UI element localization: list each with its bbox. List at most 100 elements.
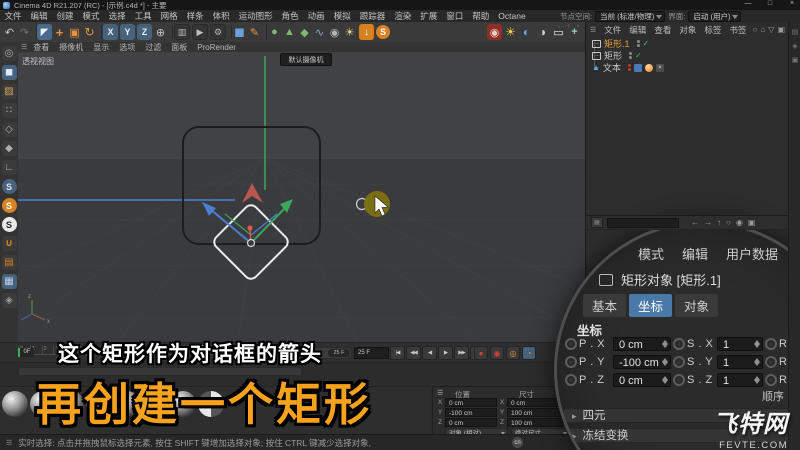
px-field[interactable]: 0 cm [613, 336, 671, 351]
minimize-button[interactable]: — [742, 0, 754, 7]
vp-menu-camera[interactable]: 摄像机 [55, 42, 87, 53]
rec-obj-item[interactable]: ◉ [490, 346, 504, 360]
pz-field[interactable]: 0 cm [613, 372, 671, 387]
menu-select[interactable]: 选择 [104, 10, 130, 22]
up-item[interactable]: ↑ [717, 218, 721, 227]
plane-item[interactable]: ▦ [1, 274, 17, 289]
size-z-field[interactable]: 100 cm [507, 418, 563, 427]
rec-key-item[interactable]: ● [474, 346, 488, 360]
stepper-icon[interactable] [753, 375, 760, 384]
sx-field[interactable]: 1 [717, 336, 763, 351]
prev-frame-item[interactable]: ◀ [422, 346, 437, 360]
menu-animate[interactable]: 动画 [303, 10, 329, 22]
add-cube-item[interactable]: ◼ [232, 24, 247, 40]
current-frame-marker[interactable]: 0F [18, 348, 34, 357]
radio-icon[interactable] [565, 373, 577, 386]
stepper-icon[interactable] [661, 339, 668, 348]
inset-menu-edit[interactable]: 编辑 [673, 244, 717, 263]
prim-poly-item[interactable]: ◆ [297, 24, 312, 40]
hamburger-icon[interactable]: ☰ [437, 389, 443, 397]
menu-tools[interactable]: 工具 [130, 10, 156, 22]
om-menu-file[interactable]: 文件 [600, 24, 625, 36]
snap-gray-item[interactable]: S [1, 179, 17, 194]
rotate-item[interactable]: ↻ [82, 24, 97, 40]
magnet-item[interactable]: ∪ [1, 236, 17, 251]
filter-item[interactable]: ▽ [768, 25, 774, 34]
menu-file[interactable]: 文件 [0, 10, 26, 22]
sub2-item[interactable]: ↑ [565, 23, 572, 30]
menu-volume[interactable]: 体积 [208, 10, 234, 22]
lock-item[interactable]: ◉ [736, 218, 743, 227]
menu-create[interactable]: 创建 [52, 10, 78, 22]
attr-mode-icon[interactable]: ▤ [591, 217, 603, 228]
enabled-check-icon[interactable]: ✓ [643, 39, 650, 48]
enabled-check-icon[interactable]: ✓ [635, 51, 642, 60]
home-item[interactable]: ⌂ [760, 25, 765, 34]
object-row-rect[interactable]: 矩形 ✓ [592, 50, 642, 61]
mode-edges-item[interactable]: ◇ [1, 122, 17, 137]
menu-extensions[interactable]: 扩展 [416, 10, 442, 22]
mode-model-item[interactable]: ◼ [1, 65, 17, 80]
next-frame-item[interactable]: ▶▶ [454, 346, 469, 360]
oc-camera-item[interactable]: ◉ [487, 24, 502, 40]
tab-object[interactable]: 对象 [675, 294, 719, 317]
camera-label-button[interactable]: 默认摄像机 [280, 53, 332, 66]
range-handle[interactable]: 25 F [328, 349, 350, 357]
vp-menu-view[interactable]: 查看 [29, 42, 53, 53]
fwd-item[interactable]: → [704, 218, 712, 227]
menu-spline[interactable]: 样条 [182, 10, 208, 22]
sep-item[interactable] [168, 25, 173, 39]
back-item[interactable]: ← [691, 218, 699, 227]
vp-menu-filter[interactable]: 过滤 [141, 42, 165, 53]
search-item[interactable]: ○ [753, 25, 758, 34]
size-x-field[interactable]: 0 cm [507, 398, 563, 407]
goto-start-item[interactable]: |◀ [390, 346, 405, 360]
menu-window[interactable]: 窗口 [442, 10, 468, 22]
size-y-field[interactable]: 100 cm [507, 408, 563, 417]
menu-help[interactable]: 帮助 [468, 10, 494, 22]
coords-item[interactable]: ⊕ [153, 24, 168, 40]
sphere-item[interactable] [2, 391, 28, 417]
material-tag-icon[interactable] [633, 63, 642, 72]
inset-menu-mode[interactable]: 模式 [629, 244, 673, 263]
radio-icon[interactable] [565, 355, 577, 368]
menu-mode[interactable]: 模式 [78, 10, 104, 22]
mode-polys-item[interactable]: ◆ [1, 141, 17, 156]
mode-axis-item[interactable]: ∟ [1, 160, 17, 175]
menu-tracker[interactable]: 跟踪器 [355, 10, 390, 22]
menu-mograph[interactable]: 运动图形 [234, 10, 277, 22]
sz-field[interactable]: 1 [717, 372, 763, 387]
live-select-item[interactable]: ◤ [37, 24, 52, 40]
strip1-item[interactable]: ▤ [792, 28, 799, 36]
menu-octane[interactable]: Octane [494, 11, 530, 21]
oct-download-item[interactable]: ↓ [359, 24, 374, 40]
play-item[interactable]: ▶ [438, 346, 453, 360]
object-name[interactable]: 文本 [603, 61, 621, 74]
prev-key-item[interactable]: ◀◀ [406, 346, 421, 360]
render-view-item[interactable]: ▥ [174, 24, 190, 40]
keysel-item[interactable]: ◔ [522, 346, 536, 360]
add-spline-item[interactable]: ✎ [247, 24, 262, 40]
menu-mesh[interactable]: 网格 [156, 10, 182, 22]
prim-sphere-item[interactable]: ● [267, 24, 282, 40]
object-row-rect1[interactable]: 矩形.1 ✓ [592, 38, 649, 49]
om-menu-tags[interactable]: 标签 [700, 24, 725, 36]
order-label[interactable]: 顺序 [762, 388, 784, 404]
menu-simulate[interactable]: 模拟 [329, 10, 355, 22]
radio-icon[interactable] [765, 337, 777, 350]
stepper-icon[interactable] [753, 339, 760, 348]
vp-menu-options[interactable]: 选项 [115, 42, 139, 53]
vp-menu-panel[interactable]: 面板 [167, 42, 191, 53]
xpresso-tag-icon[interactable]: × [655, 63, 664, 72]
hamburger-icon[interactable]: ☰ [6, 439, 12, 447]
autokey-item[interactable]: ◎ [506, 346, 520, 360]
viewport[interactable]: x z [0, 52, 719, 343]
oc-sphere1-item[interactable]: ◐ [519, 24, 534, 40]
sub1-item[interactable]: ◦ [556, 23, 563, 30]
om-menu-objects[interactable]: 对象 [675, 24, 700, 36]
om-menu-bookmarks[interactable]: 书签 [725, 24, 750, 36]
camera-item[interactable]: ◉ [327, 24, 342, 40]
oc-sphere2-item[interactable]: ◑ [535, 24, 550, 40]
radio-icon[interactable] [565, 337, 577, 350]
hamburger-icon[interactable]: ☰ [18, 43, 27, 51]
